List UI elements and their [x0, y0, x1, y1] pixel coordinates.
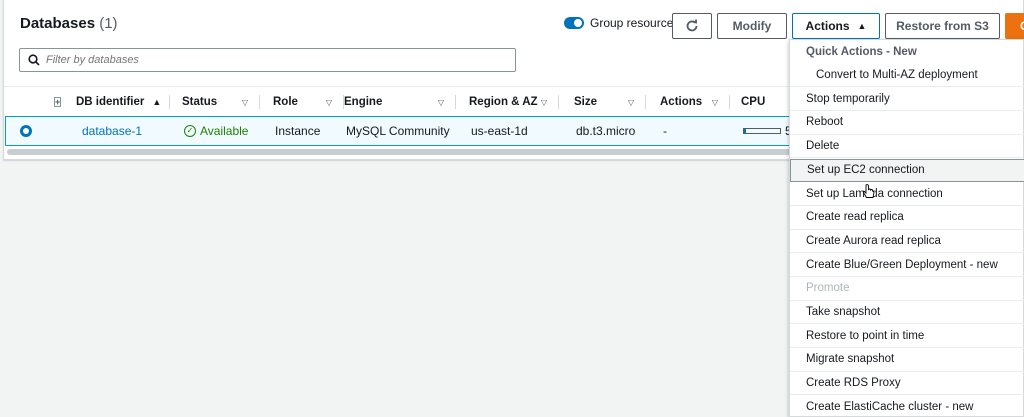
col-actions[interactable]: Actions ▽ — [660, 87, 730, 117]
expand-icon[interactable]: + — [54, 97, 62, 107]
title-text: Databases — [20, 15, 96, 32]
database-count: (1) — [99, 15, 118, 32]
menu-item-migrate-snapshot[interactable]: Migrate snapshot — [790, 348, 1024, 372]
group-resources-toggle[interactable]: Group resources — [564, 16, 679, 30]
status-text: Available — [200, 124, 249, 138]
modify-button[interactable]: Modify — [717, 13, 787, 39]
sort-asc-icon: ▲ — [152, 97, 162, 107]
region-cell: us-east-1d — [471, 124, 528, 138]
refresh-button[interactable] — [672, 13, 712, 39]
sort-icon: ▽ — [437, 97, 444, 107]
menu-header-quick-actions: Quick Actions - New — [806, 45, 917, 58]
search-icon — [28, 54, 40, 66]
row-select-radio[interactable] — [20, 117, 32, 145]
menu-item-setup-lambda[interactable]: Set up Lambda connection — [790, 182, 1024, 206]
col-label: DB identifier — [76, 96, 145, 108]
menu-item-take-snapshot[interactable]: Take snapshot — [790, 301, 1024, 325]
hand-cursor-icon — [862, 184, 875, 198]
cpu-bar — [743, 128, 781, 134]
actions-label: Actions — [805, 19, 850, 33]
status-cell: ✓ Available — [184, 117, 248, 145]
menu-item-create-read-replica[interactable]: Create read replica — [790, 206, 1024, 230]
col-status[interactable]: Status ▽ — [182, 87, 260, 117]
group-resources-label: Group resources — [590, 16, 680, 30]
size-cell: db.t3.micro — [576, 124, 636, 138]
caret-up-icon: ▲ — [857, 21, 867, 31]
db-identifier-link[interactable]: database-1 — [82, 117, 142, 145]
actions-cell: - — [663, 124, 667, 138]
menu-item-stop-temporarily[interactable]: Stop temporarily — [790, 87, 1024, 112]
sort-icon: ▽ — [325, 97, 332, 107]
refresh-icon — [686, 19, 698, 32]
col-label: Size — [574, 96, 598, 108]
restore-from-s3-button[interactable]: Restore from S3 — [885, 13, 1000, 39]
filter-box[interactable] — [19, 48, 516, 72]
create-database-button[interactable]: C — [1005, 13, 1024, 39]
menu-item-convert-multi-az[interactable]: Convert to Multi-AZ deployment — [790, 64, 1024, 88]
sort-icon: ▽ — [711, 97, 718, 107]
col-label: Status — [182, 96, 218, 108]
col-role[interactable]: Role ▽ — [273, 87, 344, 117]
col-cpu[interactable]: CPU — [741, 87, 791, 117]
filter-input[interactable] — [46, 54, 486, 66]
toggle-switch-icon[interactable] — [564, 17, 584, 29]
sort-icon: ▽ — [627, 97, 634, 107]
col-label: CPU — [741, 96, 766, 108]
col-label: Actions — [660, 96, 703, 108]
menu-item-create-aurora-read-replica[interactable]: Create Aurora read replica — [790, 230, 1024, 254]
menu-item-reboot[interactable]: Reboot — [790, 111, 1024, 135]
col-engine[interactable]: Engine ▽ — [344, 87, 456, 117]
engine-cell: MySQL Community — [346, 124, 450, 138]
actions-button[interactable]: Actions ▲ — [792, 13, 880, 39]
radio-selected-icon[interactable] — [20, 125, 32, 137]
col-size[interactable]: Size ▽ — [574, 87, 646, 117]
menu-item-create-blue-green[interactable]: Create Blue/Green Deployment - new — [790, 253, 1024, 277]
menu-item-promote: Promote — [790, 277, 1024, 301]
menu-item-restore-point-in-time[interactable]: Restore to point in time — [790, 324, 1024, 349]
col-db-identifier[interactable]: DB identifier ▲ — [76, 87, 170, 117]
actions-dropdown-menu: Quick Actions - New Convert to Multi-AZ … — [789, 39, 1024, 417]
menu-item-create-elasticache[interactable]: Create ElastiCache cluster - new — [790, 396, 1024, 417]
sort-icon: ▽ — [241, 97, 248, 107]
col-label: Role — [273, 96, 298, 108]
cpu-cell: 5. — [743, 117, 795, 145]
menu-item-setup-ec2[interactable]: Set up EC2 connection — [790, 158, 1024, 183]
col-label: Engine — [344, 96, 383, 108]
page-title: Databases (1) — [20, 15, 118, 32]
check-circle-icon: ✓ — [184, 125, 196, 137]
cpu-bar-fill — [744, 129, 746, 133]
sort-icon: ▽ — [540, 97, 547, 107]
menu-item-create-rds-proxy[interactable]: Create RDS Proxy — [790, 372, 1024, 396]
col-region[interactable]: Region & AZ ▽ — [469, 87, 559, 117]
col-label: Region & AZ — [469, 96, 538, 108]
menu-item-delete[interactable]: Delete — [790, 135, 1024, 159]
role-cell: Instance — [275, 124, 321, 138]
